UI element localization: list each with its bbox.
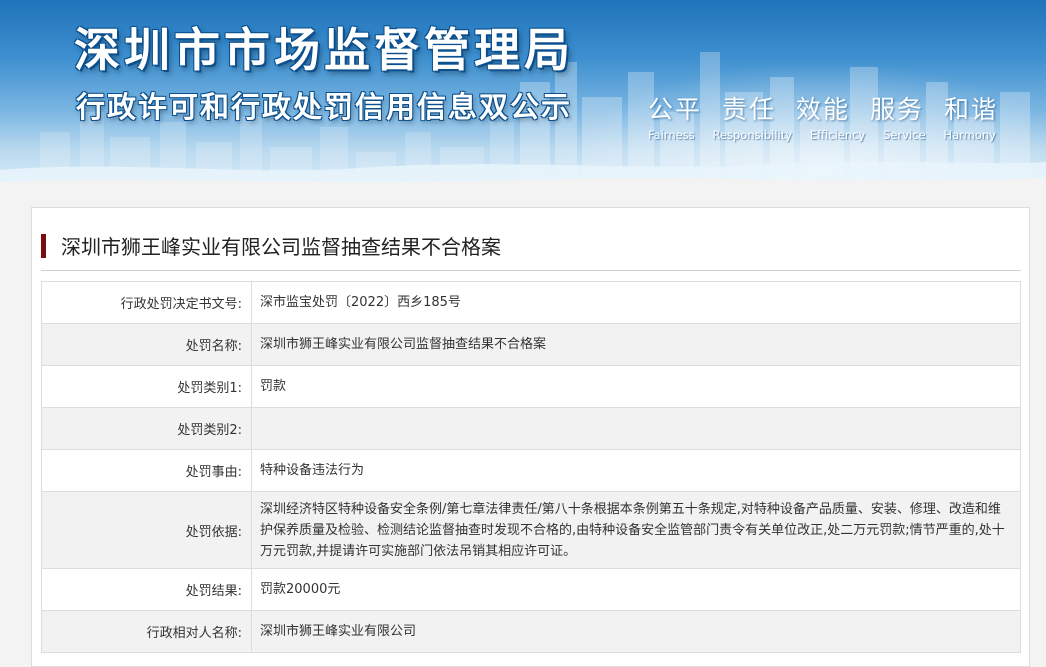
motto-cn-item: 服务 xyxy=(869,95,924,124)
banner-mottos: 公平 责任 效能 服务 和谐 Fairness Responsibility E… xyxy=(648,90,1008,142)
field-value: 特种设备违法行为 xyxy=(251,449,1021,492)
field-value: 深市监宝处罚〔2022〕西乡185号 xyxy=(251,281,1021,324)
site-banner: 深圳市市场监督管理局 行政许可和行政处罚信用信息双公示 公平 责任 效能 服务 … xyxy=(0,0,1046,192)
table-row-penalty-category-1: 处罚类别1: 罚款 xyxy=(41,365,1021,408)
field-label: 处罚类别2: xyxy=(41,407,252,450)
field-label: 行政相对人名称: xyxy=(41,610,252,653)
motto-cn-item: 和谐 xyxy=(943,95,998,124)
motto-en-list: Fairness Responsibility Efficiency Servi… xyxy=(648,128,996,142)
motto-cn-item: 公平 xyxy=(648,95,703,124)
table-row-penalty-reason: 处罚事由: 特种设备违法行为 xyxy=(41,449,1021,492)
motto-en-item: Efficiency xyxy=(809,128,866,142)
table-row-penalty-basis: 处罚依据: 深圳经济特区特种设备安全条例/第七章法律责任/第八十条根据本条例第五… xyxy=(41,491,1021,569)
field-value: 深圳市狮王峰实业有限公司监督抽查结果不合格案 xyxy=(251,323,1021,366)
field-value xyxy=(251,407,1021,450)
banner-subtitle: 行政许可和行政处罚信用信息双公示 xyxy=(76,90,573,124)
motto-cn-list: 公平 责任 效能 服务 和谐 xyxy=(648,90,998,126)
motto-en-item: Responsibility xyxy=(712,128,793,142)
heading-accent-bar xyxy=(41,234,46,258)
motto-en-item: Service xyxy=(883,128,926,142)
field-value: 深圳市狮王峰实业有限公司 xyxy=(251,610,1021,653)
field-label: 处罚类别1: xyxy=(41,365,252,408)
table-row-decision-number: 行政处罚决定书文号: 深市监宝处罚〔2022〕西乡185号 xyxy=(41,281,1021,324)
field-value: 罚款20000元 xyxy=(251,568,1021,611)
field-value: 罚款 xyxy=(251,365,1021,408)
field-label: 处罚事由: xyxy=(41,449,252,492)
field-label: 处罚名称: xyxy=(41,323,252,366)
case-title: 深圳市狮王峰实业有限公司监督抽查结果不合格案 xyxy=(61,235,501,259)
motto-en-item: Fairness xyxy=(648,128,695,142)
motto-cn-item: 效能 xyxy=(795,95,850,124)
case-info-table: 行政处罚决定书文号: 深市监宝处罚〔2022〕西乡185号 处罚名称: 深圳市狮… xyxy=(41,281,1021,653)
table-row-penalty-name: 处罚名称: 深圳市狮王峰实业有限公司监督抽查结果不合格案 xyxy=(41,323,1021,366)
motto-cn-item: 责任 xyxy=(721,95,776,124)
table-row-counterparty-name: 行政相对人名称: 深圳市狮王峰实业有限公司 xyxy=(41,610,1021,653)
table-row-penalty-result: 处罚结果: 罚款20000元 xyxy=(41,568,1021,611)
field-label: 行政处罚决定书文号: xyxy=(41,281,252,324)
field-value: 深圳经济特区特种设备安全条例/第七章法律责任/第八十条根据本条例第五十条规定,对… xyxy=(251,491,1021,569)
table-row-penalty-category-2: 处罚类别2: xyxy=(41,407,1021,450)
case-detail-card: 深圳市狮王峰实业有限公司监督抽查结果不合格案 行政处罚决定书文号: 深市监宝处罚… xyxy=(31,207,1030,667)
case-heading: 深圳市狮王峰实业有限公司监督抽查结果不合格案 xyxy=(41,228,1021,271)
field-label: 处罚结果: xyxy=(41,568,252,611)
motto-en-item: Harmony xyxy=(943,128,996,142)
banner-title: 深圳市市场监督管理局 xyxy=(74,23,574,77)
field-label: 处罚依据: xyxy=(41,491,252,569)
